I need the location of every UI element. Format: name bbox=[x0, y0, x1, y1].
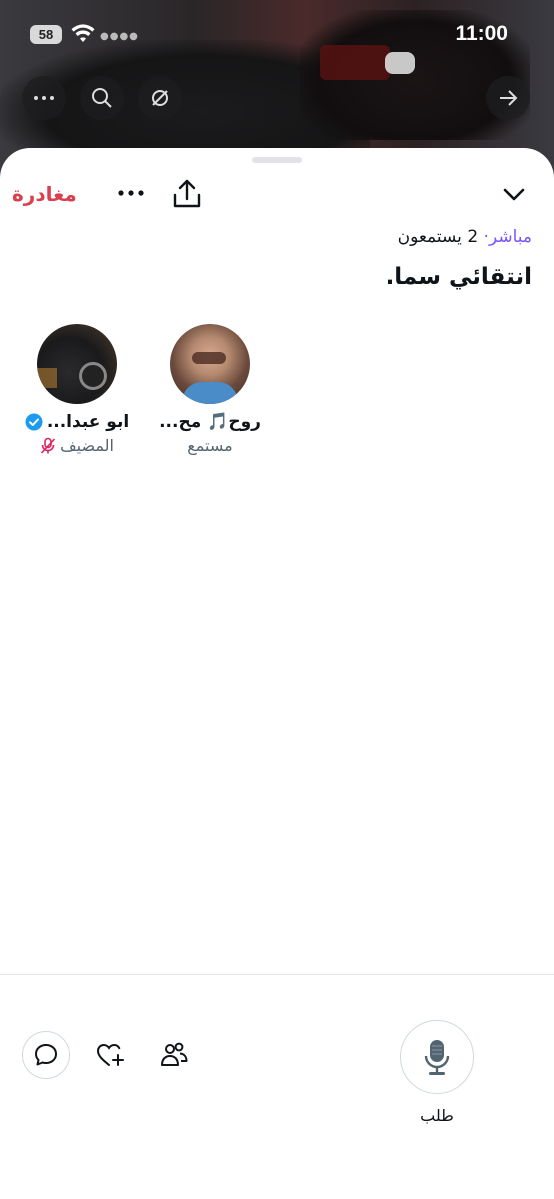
footer-divider bbox=[0, 974, 554, 975]
avatar[interactable] bbox=[37, 324, 117, 404]
forward-button[interactable] bbox=[486, 76, 530, 120]
people-icon bbox=[161, 1042, 188, 1066]
participant-name: ابو عبدا... bbox=[46, 412, 130, 432]
chevron-down-icon[interactable] bbox=[502, 184, 526, 204]
leave-button[interactable]: مغادرة bbox=[12, 182, 77, 206]
participant-name-row: ابو عبدا... bbox=[7, 412, 147, 432]
live-label: مباشر· bbox=[483, 227, 532, 247]
request-to-speak-button[interactable] bbox=[400, 1020, 474, 1094]
arrow-right-icon bbox=[500, 90, 518, 106]
sheet-grabber[interactable] bbox=[252, 157, 302, 163]
listener-count: 2 يستمعون bbox=[397, 227, 479, 247]
mic-muted-icon bbox=[40, 437, 56, 454]
more-icon[interactable] bbox=[116, 178, 146, 208]
space-title: انتقائي سما. bbox=[385, 264, 532, 290]
participant-host[interactable]: ابو عبدا... المضيف bbox=[7, 324, 147, 455]
request-label: طلب bbox=[420, 1106, 454, 1125]
share-icon[interactable] bbox=[172, 178, 202, 210]
participant-listener[interactable]: روح🎵 مح... مستمع bbox=[140, 324, 280, 455]
space-meta: مباشر· 2 يستمعون bbox=[398, 227, 532, 247]
chat-button[interactable] bbox=[22, 1031, 70, 1079]
participant-role-row: المضيف bbox=[7, 436, 147, 455]
microphone-icon bbox=[424, 1040, 450, 1075]
participant-role: المضيف bbox=[60, 436, 114, 455]
clock: 11:00 bbox=[455, 22, 508, 45]
participants-button[interactable] bbox=[150, 1031, 198, 1079]
verified-badge-icon bbox=[25, 413, 43, 431]
heart-plus-icon bbox=[96, 1043, 124, 1066]
battery-indicator: 58 bbox=[30, 25, 62, 44]
avatar[interactable] bbox=[170, 324, 250, 404]
participant-role: مستمع bbox=[187, 436, 233, 455]
status-bar: 58 ●●●● 11:00 bbox=[0, 0, 554, 70]
chat-bubble-icon bbox=[35, 1044, 57, 1066]
wifi-icon bbox=[71, 24, 95, 42]
filter-button[interactable] bbox=[138, 76, 182, 120]
search-button[interactable] bbox=[80, 76, 124, 120]
more-options-button[interactable] bbox=[22, 76, 66, 120]
participant-name: روح🎵 مح... bbox=[159, 412, 261, 432]
search-icon bbox=[92, 88, 112, 108]
space-sheet: مغادرة مباشر· 2 يستمعون انتقائي سما. روح… bbox=[0, 148, 554, 1199]
signal-dots: ●●●● bbox=[100, 31, 139, 42]
add-reaction-button[interactable] bbox=[86, 1031, 134, 1079]
no-filter-icon bbox=[152, 90, 168, 106]
more-horizontal-icon bbox=[34, 96, 54, 100]
